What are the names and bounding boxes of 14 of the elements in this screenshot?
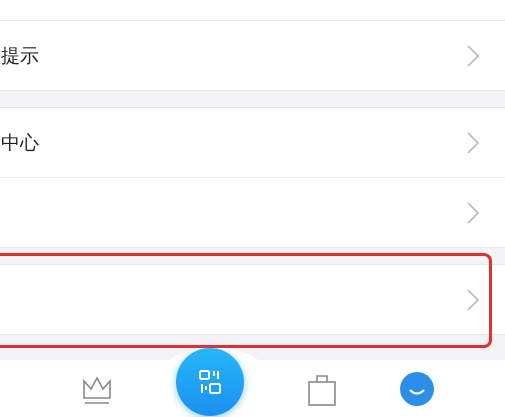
row-label: 中心 (1, 130, 39, 156)
settings-row[interactable]: 中心 (0, 108, 505, 177)
qr-code-icon (199, 370, 222, 394)
smiley-icon (400, 372, 434, 406)
tab-button[interactable] (306, 372, 337, 406)
tab-button[interactable] (400, 372, 434, 406)
chevron-right-icon (467, 44, 479, 66)
settings-row[interactable]: 提示 (0, 21, 505, 90)
row-label: 提示 (1, 44, 39, 68)
shopping-bag-icon (306, 372, 337, 406)
chevron-right-icon (467, 132, 479, 154)
scan-button[interactable] (176, 348, 244, 416)
chevron-right-icon (467, 202, 479, 224)
chevron-right-icon (467, 288, 479, 310)
